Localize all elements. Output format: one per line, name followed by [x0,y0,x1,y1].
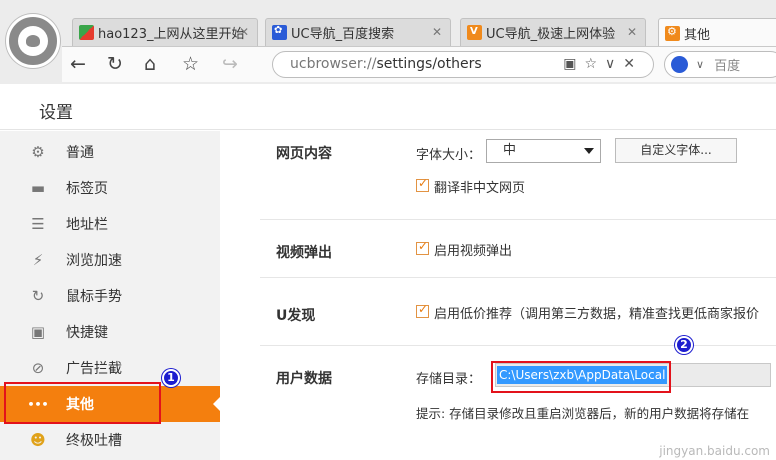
keyboard-shortcut-icon: ▣ [30,323,46,341]
sidebar-item-label: 浏览加速 [66,253,122,269]
baidu-paw-icon [272,25,287,40]
section-label-web-content: 网页内容 [276,146,332,162]
sidebar-item-label: 标签页 [66,181,108,197]
tab-settings-others[interactable]: 其他 [658,18,776,47]
tab-title: UC导航_百度搜索 [291,27,395,42]
browser-chrome: hao123_上网从这里开始 ✕ UC导航_百度搜索 ✕ UC导航_极速上网体验… [0,0,776,84]
sidebar-item-label: 快捷键 [66,325,108,341]
navigation-bar: ← ↻ ⌂ ☆ ↪ ucbrowser://settings/others ▣☆… [62,46,776,82]
sidebar-item-label: 地址栏 [66,217,108,233]
url-scheme: ucbrowser:// [290,56,377,72]
search-engine-label: 百度 [714,59,741,74]
sidebar-item-ad-block[interactable]: ⊘ 广告拦截 [0,350,220,386]
low-price-checkbox[interactable] [416,302,429,318]
url-path: settings/others [376,56,482,72]
section-label-user-data: 用户数据 [276,371,332,387]
translate-label: 翻译非中文网页 [434,181,526,196]
low-price-label: 启用低价推荐（调用第三方数据，精准查找更低商家报价 [434,307,760,322]
divider [260,345,776,346]
tab-hao123[interactable]: hao123_上网从这里开始 ✕ [72,18,258,46]
section-label-video-popup: 视频弹出 [276,245,332,261]
hao123-icon [79,25,94,40]
settings-content: 网页内容 字体大小： 中 自定义字体... 翻译非中文网页 视频弹出 启用视频弹… [220,131,776,460]
tab-title: hao123_上网从这里开始 [98,27,245,42]
divider [260,277,776,278]
sidebar-item-feedback[interactable]: ☻ 终极吐槽 [0,422,220,458]
section-label-u-discover: U发现 [276,308,316,324]
uc-v-icon [467,25,482,40]
search-box[interactable]: ∨ 百度 [664,51,776,78]
storage-directory-label: 存储目录： [416,372,482,387]
block-icon: ⊘ [31,359,45,377]
sidebar-item-acceleration[interactable]: ⚡ 浏览加速 [0,242,220,278]
custom-font-button[interactable]: 自定义字体... [615,138,737,163]
sidebar-item-mouse-gestures[interactable]: ↻ 鼠标手势 [0,278,220,314]
dropdown-arrow-icon [584,148,594,154]
chevron-down-icon[interactable]: ∨ [696,58,704,71]
tab-uc-navigation[interactable]: UC导航_极速上网体验 ✕ [460,18,646,46]
sidebar-item-address-bar[interactable]: ☰ 地址栏 [0,206,220,242]
sidebar-item-label: 普通 [66,145,94,161]
tab-baidu-search[interactable]: UC导航_百度搜索 ✕ [265,18,451,46]
annotation-badge-2: 2 [675,336,693,354]
video-popup-checkbox[interactable] [416,239,429,255]
annotation-highlight-others [4,382,161,424]
tab-title: 其他 [684,27,711,43]
tab-icon: ▬ [30,179,46,197]
annotation-badge-1: 1 [162,369,180,387]
sidebar-item-tabs[interactable]: ▬ 标签页 [0,170,220,206]
translate-checkbox[interactable] [416,176,429,192]
back-arrow-icon[interactable]: ← [70,53,86,75]
lightning-icon: ⚡ [32,251,44,269]
page-title: 设置 [39,103,73,123]
address-bar-icon: ☰ [31,215,45,233]
font-size-select[interactable]: 中 [486,139,601,163]
sidebar-item-shortcuts[interactable]: ▣ 快捷键 [0,314,220,350]
annotation-highlight-storage [491,361,671,393]
sidebar-item-label: 广告拦截 [66,361,122,377]
close-icon[interactable]: ✕ [432,25,442,39]
sidebar-item-general[interactable]: ⚙ 普通 [0,134,220,170]
refresh-icon[interactable]: ↻ [107,53,123,75]
feedback-icon: ☻ [30,431,46,449]
sidebar-item-label: 终极吐槽 [66,433,122,449]
font-size-value: 中 [503,143,517,158]
video-popup-label: 启用视频弹出 [434,244,513,259]
bookmark-star-icon[interactable]: ☆ [182,53,199,75]
font-size-label: 字体大小： [416,148,482,163]
uc-browser-logo[interactable] [6,14,60,68]
watermark: jingyan.baidu.com [659,444,770,458]
sidebar-item-label: 鼠标手势 [66,289,122,305]
close-icon[interactable]: ✕ [627,25,637,39]
divider [260,219,776,220]
close-icon[interactable]: ✕ [239,25,249,39]
history-back-icon[interactable]: ↪ [222,53,238,75]
storage-hint: 提示: 存储目录修改且重启浏览器后，新的用户数据将存储在 [416,406,750,421]
baidu-search-engine-icon[interactable] [671,56,688,73]
settings-gear-icon [665,25,680,41]
tab-title: UC导航_极速上网体验 [486,27,616,42]
address-bar[interactable]: ucbrowser://settings/others ▣☆∨✕ [272,51,654,78]
tab-strip: hao123_上网从这里开始 ✕ UC导航_百度搜索 ✕ UC导航_极速上网体验… [70,18,776,47]
home-icon[interactable]: ⌂ [144,53,156,75]
address-bar-actions[interactable]: ▣☆∨✕ [563,52,643,77]
settings-header: 设置 [0,84,776,130]
mouse-gesture-icon: ↻ [31,287,45,305]
gear-icon: ⚙ [31,143,45,161]
